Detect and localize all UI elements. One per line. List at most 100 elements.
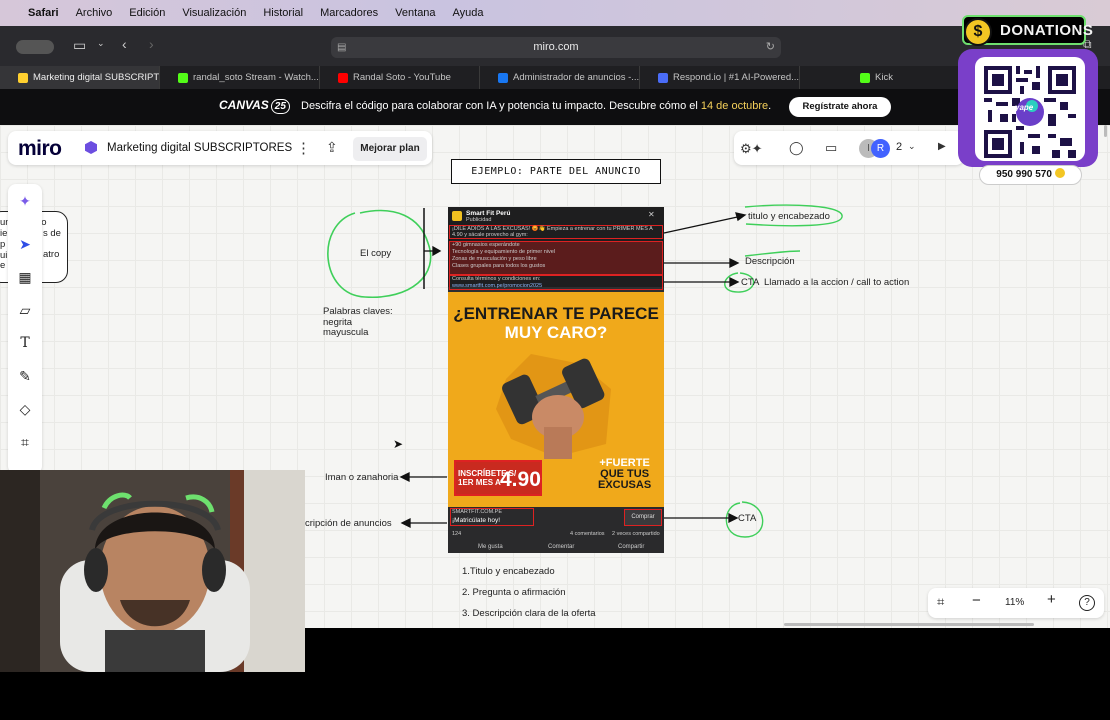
kick-icon [178,72,188,83]
zoom-in-icon[interactable]: + [1047,591,1056,608]
close-icon[interactable]: ✕ [648,210,655,219]
menu-archivo[interactable]: Archivo [76,7,113,19]
canvas-logo-number: 25 [270,99,290,114]
comment-count: 4 comentarios [570,531,605,537]
miro-logo[interactable]: miro [18,137,62,161]
iman-label[interactable]: Iman o zanahoria [325,472,398,483]
comment-icon[interactable]: ◯ [789,140,804,156]
yape-logo-text: yape [1015,103,1034,112]
banner-date: 14 de octubre [700,100,769,112]
titulo-label[interactable]: titulo y encabezado [748,211,830,222]
collaborator-count[interactable]: 2 [896,141,902,153]
ad-domain: SMARTFIT.COM.PE [452,509,503,515]
text-tool-icon[interactable]: T [17,335,33,351]
present-icon[interactable]: ▶ [938,141,946,152]
tab-respond[interactable]: Respond.io | #1 AI-Powered... [640,66,800,89]
tools-toolbar [8,184,42,474]
phone-number: 950 990 570 [979,165,1082,185]
reaction-count: 124 [452,531,462,537]
tab-ads-manager[interactable]: Administrador de anuncios -... [480,66,640,89]
frame-icon[interactable]: ⌗ [17,434,33,451]
tab-kick[interactable]: Kick [800,66,960,89]
like-action[interactable]: Me gusta [478,544,503,550]
export-icon[interactable]: ⇪ [326,139,338,156]
list-item[interactable]: 2. Pregunta o afirmación [462,587,566,598]
kick-icon [860,72,870,83]
shapes-icon[interactable]: ◇ [17,401,33,418]
reactions-icon[interactable]: ⚙︎✦ [740,141,763,157]
share-count: 2 veces compartido [612,531,660,537]
comment-action[interactable]: Comentar [548,544,574,550]
ad-screenshot[interactable]: Smart Fit Perú Publicidad ✕ ¡DILE ADIÓS … [448,207,664,553]
youtube-icon [338,72,348,83]
avatar[interactable]: R [871,139,890,158]
meta-icon [498,72,508,83]
list-item[interactable]: 1.Titulo y encabezado [462,566,555,577]
window-controls[interactable] [16,40,54,54]
templates-icon[interactable]: ▦ [17,269,33,286]
qr-code [984,66,1076,158]
ad-cta-text: ¡Matricúlate hoy! [452,517,501,524]
help-icon[interactable]: ? [1079,595,1095,611]
register-button[interactable]: Regístrate ahora [789,97,891,117]
sticky-note-icon[interactable]: ▱ [17,302,33,319]
ad-copy-line: www.smartfit.com.pe/promocion2025 [452,283,543,289]
upgrade-plan-button[interactable]: Mejorar plan [353,137,427,161]
menu-ayuda[interactable]: Ayuda [453,7,484,19]
menu-visualizacion[interactable]: Visualización [182,7,246,19]
fragment-text-4: p [0,239,6,250]
reload-icon[interactable]: ↻ [766,37,775,58]
menu-edicion[interactable]: Edición [129,7,165,19]
share-action[interactable]: Compartir [618,544,644,550]
ad-copy-line: Zonas de musculación y peso libre [452,256,537,262]
zoom-out-icon[interactable]: − [972,592,981,609]
sidebar-icon[interactable]: ▭ [73,37,86,54]
cta-top-label[interactable]: CTA [741,277,759,288]
ad-copy-line: +90 gimnasios esperándote [452,242,520,248]
tab-youtube[interactable]: Randal Soto - YouTube [320,66,480,89]
page-icon: ▤ [337,42,347,53]
example-title-frame[interactable]: EJEMPLO: PARTE DEL ANUNCIO [451,159,661,184]
descripcion-label[interactable]: Descripción [745,256,795,267]
keywords-label-1[interactable]: Palabras claves: [323,306,393,317]
desc-anuncios-label[interactable]: cripción de anuncios [305,518,392,529]
ad-copy-line: Tecnología y equipamiento de primer nive… [452,249,556,255]
address-bar[interactable]: ▤ miro.com ↻ [331,37,781,58]
cta-description-label[interactable]: Llamado a la accion / call to action [764,277,909,288]
menu-historial[interactable]: Historial [263,7,303,19]
board-title[interactable]: Marketing digital SUBSCRIPTORES [107,142,292,154]
webcam-overlay [0,470,305,672]
chevron-down-icon[interactable]: ⌄ [908,141,916,152]
menu-ventana[interactable]: Ventana [395,7,435,19]
pen-icon[interactable]: ✎ [17,368,33,385]
tab-miro[interactable]: Marketing digital SUBSCRIPT... [0,66,160,89]
chevron-down-icon[interactable]: ⌄ [97,38,105,49]
back-icon[interactable]: ‹ [122,36,127,52]
el-copy-label[interactable]: El copy [360,248,391,259]
menu-marcadores[interactable]: Marcadores [320,7,378,19]
list-item[interactable]: 3. Descripción clara de la oferta [462,608,596,619]
cta-bottom-label[interactable]: CTA [738,513,756,524]
fit-frame-icon[interactable]: ⌗ [937,594,944,610]
dumbbell-image [496,354,611,459]
ad-copy-line: Clases grupales para todos los gustos [452,263,546,269]
video-call-icon[interactable]: ▭ [825,140,837,156]
tab-label: Marketing digital SUBSCRIPT... [33,72,160,83]
select-cursor-icon[interactable]: ➤ [17,236,33,253]
mouse-cursor-icon: ➤ [393,437,404,451]
ai-sparkle-icon[interactable]: ✦ [17,193,33,210]
tab-kick-stream[interactable]: randal_soto Stream - Watch... [160,66,320,89]
ad-page-name: Smart Fit Perú [466,210,511,217]
collaboration-panel [734,131,964,165]
keywords-label-3[interactable]: mayuscula [323,327,368,338]
dollar-icon: $ [964,18,992,46]
more-options-icon[interactable]: ⋮ [296,139,311,157]
banner-text-end: . [768,100,772,112]
url-text: miro.com [533,41,579,53]
forward-icon[interactable]: › [149,36,154,52]
fragment-text-7: e [0,260,6,271]
menu-safari[interactable]: Safari [28,7,59,19]
tab-label: Respond.io | #1 AI-Powered... [673,72,800,83]
buy-button[interactable]: Comprar [624,509,662,526]
zoom-level[interactable]: 11% [1005,597,1024,608]
